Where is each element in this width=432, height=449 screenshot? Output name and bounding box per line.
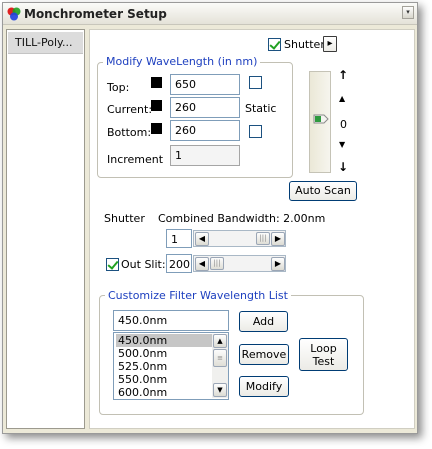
bottom-checkbox[interactable]: [249, 125, 262, 138]
bottom-label: Bottom:: [107, 126, 152, 139]
loop-test-button[interactable]: Loop Test: [299, 338, 348, 371]
left-arrow-icon[interactable]: ◀: [195, 257, 209, 271]
list-item[interactable]: 550.0nm: [116, 373, 214, 386]
shutter-label: Shutter: [284, 38, 325, 51]
scroll-up-icon[interactable]: ▲: [213, 334, 227, 348]
title-menu-button[interactable]: ▾: [402, 6, 414, 19]
list-item[interactable]: 600.0nm: [116, 386, 214, 399]
step-value: 0: [340, 118, 347, 131]
wavelength-group-label: Modify WaveLength (in nm): [103, 55, 261, 68]
current-color-swatch: [151, 100, 162, 111]
scroll-thumb[interactable]: |||: [210, 257, 224, 270]
bottom-wavelength-input[interactable]: 260: [170, 120, 240, 141]
list-item[interactable]: 450.0nm: [116, 334, 214, 347]
increment-label: Increment: [107, 153, 164, 166]
window-title: Monchrometer Setup: [24, 7, 167, 21]
shutter-bandwidth-label: Shutter: [104, 212, 145, 225]
slider-thumb[interactable]: [313, 114, 329, 124]
shutter-toggle-button[interactable]: ▸: [323, 36, 337, 52]
loop-test-line1: Loop: [310, 342, 337, 355]
shutter-bandwidth-slider[interactable]: ◀ ||| ▶: [193, 230, 286, 247]
increment-input[interactable]: 1: [170, 145, 240, 166]
out-slit-slider[interactable]: ◀ ||| ▶: [193, 255, 286, 272]
step-up-fast-button[interactable]: ↑: [338, 68, 348, 82]
shutter-checkbox[interactable]: [268, 38, 281, 51]
left-arrow-icon[interactable]: ◀: [195, 232, 209, 246]
settings-panel: Shutter ▸ Modify WaveLength (in nm) Top:…: [89, 29, 415, 429]
add-button[interactable]: Add: [239, 311, 288, 332]
top-color-swatch: [151, 77, 162, 88]
list-scroll-thumb[interactable]: ≡: [213, 349, 227, 367]
list-item[interactable]: 525.0nm: [116, 360, 214, 373]
sidebar-item-label: TILL-Poly...: [15, 36, 73, 49]
right-arrow-icon[interactable]: ▶: [271, 257, 285, 271]
loop-test-line2: Test: [312, 355, 335, 368]
shutter-bandwidth-input[interactable]: 1: [166, 229, 192, 248]
out-slit-input[interactable]: 200: [166, 254, 192, 273]
filter-group-label: Customize Filter Wavelength List: [105, 289, 291, 302]
list-item[interactable]: 500.0nm: [116, 347, 214, 360]
top-wavelength-input[interactable]: 650: [170, 74, 240, 95]
dialog-window: Monchrometer Setup ▾ TILL-Poly... Shutte…: [2, 2, 418, 434]
remove-button[interactable]: Remove: [239, 344, 289, 365]
out-slit-label: Out Slit:: [121, 258, 166, 271]
bottom-color-swatch: [151, 123, 162, 134]
static-label: Static: [245, 102, 277, 115]
filter-wavelength-list[interactable]: 450.0nm 500.0nm 525.0nm 550.0nm 600.0nm …: [113, 332, 229, 400]
modify-button[interactable]: Modify: [239, 376, 289, 397]
scroll-down-icon[interactable]: ▼: [213, 383, 227, 397]
sidebar-item-till-poly[interactable]: TILL-Poly...: [8, 32, 83, 54]
list-scrollbar[interactable]: ▲ ≡ ▼: [212, 334, 228, 398]
current-label: Current:: [107, 103, 153, 116]
sidebar: TILL-Poly...: [6, 29, 85, 429]
step-up-button[interactable]: ▲: [339, 94, 345, 103]
current-wavelength-input[interactable]: 260: [170, 97, 240, 118]
auto-scan-button[interactable]: Auto Scan: [289, 181, 357, 201]
filter-wavelength-input[interactable]: 450.0nm: [113, 310, 229, 331]
wavelength-vertical-slider[interactable]: [309, 71, 331, 173]
top-label: Top:: [107, 81, 130, 94]
out-slit-checkbox[interactable]: [106, 258, 119, 271]
top-checkbox[interactable]: [249, 76, 262, 89]
combined-bandwidth-label: Combined Bandwidth: 2.00nm: [158, 212, 326, 225]
app-logo-icon: [7, 7, 21, 21]
step-down-fast-button[interactable]: ↓: [338, 160, 348, 174]
right-arrow-icon[interactable]: ▶: [271, 232, 285, 246]
title-bar: Monchrometer Setup ▾: [3, 3, 417, 25]
step-down-button[interactable]: ▼: [339, 140, 345, 149]
scroll-thumb[interactable]: |||: [256, 232, 270, 245]
